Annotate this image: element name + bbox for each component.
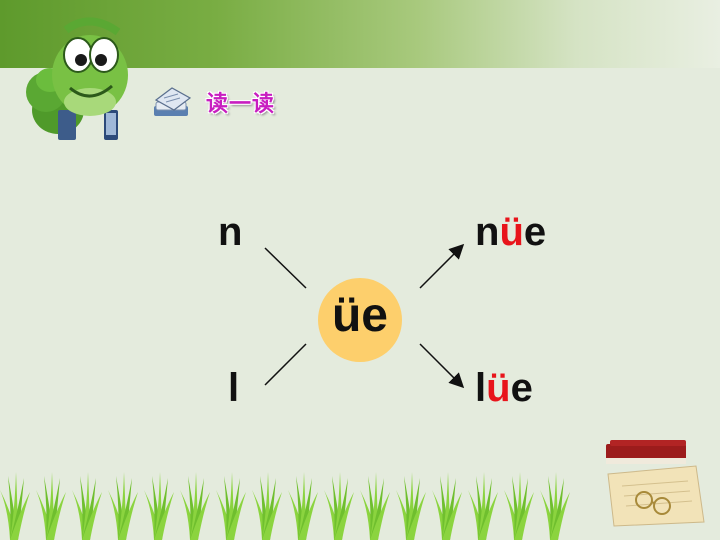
line-l-to-ue	[264, 343, 307, 386]
book-glasses-icon	[606, 440, 705, 527]
initial-n: n	[218, 210, 243, 254]
final-ue: üe	[331, 289, 388, 342]
line-n-to-ue	[264, 247, 307, 289]
result-nue-highlight: ü	[499, 210, 524, 254]
initial-l: l	[228, 366, 240, 410]
arrow-to-lue	[419, 343, 465, 389]
result-lue: lüe	[475, 368, 533, 408]
result-lue-prefix: l	[475, 366, 487, 410]
result-nue-prefix: n	[475, 210, 500, 254]
result-lue-highlight: ü	[486, 366, 511, 410]
grass-decoration	[0, 472, 570, 540]
result-nue: nüe	[475, 212, 546, 252]
result-lue-suffix: e	[510, 366, 533, 410]
arrow-to-nue	[419, 243, 465, 289]
result-nue-suffix: e	[523, 210, 547, 254]
